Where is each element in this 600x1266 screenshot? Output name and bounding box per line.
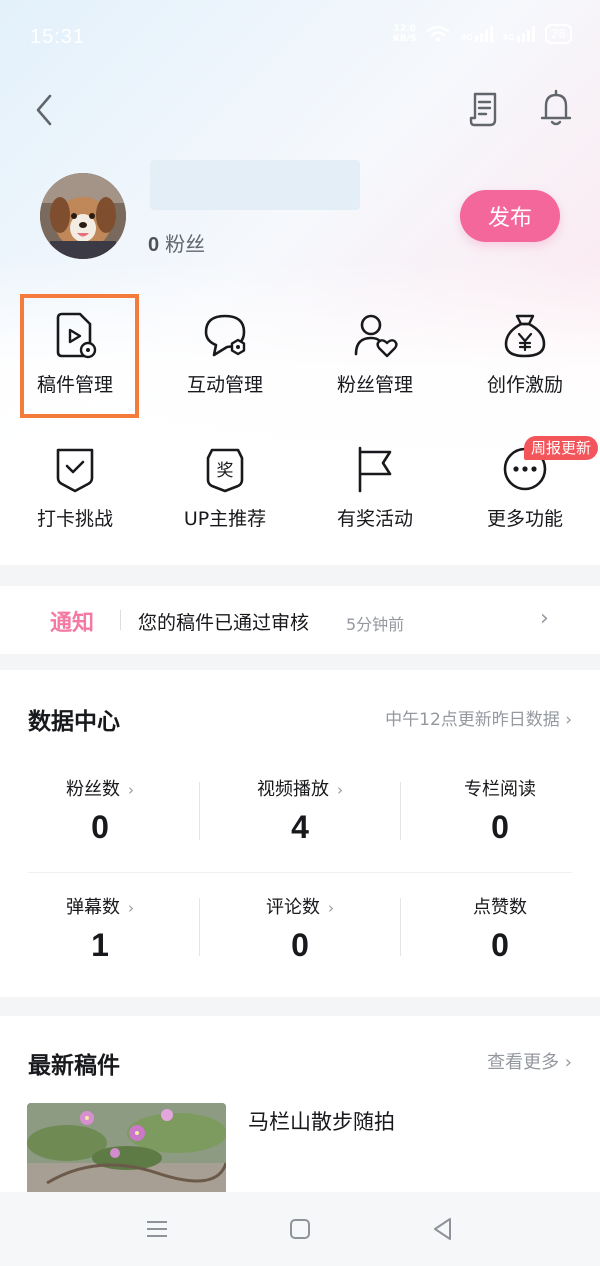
tool-label: 更多功能 (486, 508, 563, 530)
tool-more-functions[interactable]: 更多功能 (450, 444, 600, 564)
interaction-icon (204, 314, 246, 357)
stat-value: 0 (491, 927, 509, 963)
stats-vertical-divider (400, 782, 401, 840)
network-speed: 12.0 KB/S (393, 24, 417, 44)
video-thumbnail[interactable] (27, 1103, 226, 1196)
selection-highlight (20, 294, 139, 418)
stat-value: 1 (91, 927, 109, 963)
tool-label: 互动管理 (186, 374, 263, 396)
battery-indicator: 28 (544, 24, 572, 44)
stat-value: 0 (91, 809, 109, 845)
tool-up-recommend[interactable]: 奖 UP主推荐 (150, 444, 300, 564)
data-center-card: 数据中心 中午12点更新昨日数据 › 粉丝数 › 0 视频播放 › 4 专栏阅读 0… (0, 670, 600, 997)
video-title[interactable]: 马栏山散步随拍 (248, 1106, 395, 1136)
award-shield-icon: 奖 (206, 448, 244, 493)
status-bar: 15:31 12.0 KB/S 4G 4G 28 (0, 0, 600, 76)
stat-comments[interactable]: 评论数 › 0 (200, 893, 400, 964)
chevron-right-icon: › (337, 781, 343, 799)
stat-label: 评论数 (266, 897, 320, 918)
stats-vertical-divider (400, 898, 401, 956)
data-center-update-link[interactable]: 中午12点更新昨日数据 › (385, 705, 572, 730)
tool-prize-activities[interactable]: 有奖活动 (300, 444, 450, 564)
stat-video-plays[interactable]: 视频播放 › 4 (200, 775, 400, 846)
system-navigation-bar (0, 1192, 600, 1266)
tool-label: UP主推荐 (183, 508, 267, 530)
publish-button[interactable]: 发布 (460, 190, 560, 242)
notice-time: 5分钟前 (346, 615, 405, 634)
shield-check-icon (56, 448, 94, 493)
svg-text:奖: 奖 (217, 461, 234, 481)
signal-bars-icon (474, 26, 493, 42)
stat-column-reads: 专栏阅读 0 (400, 775, 600, 846)
menu-icon[interactable] (142, 1214, 172, 1244)
signal-1-label: 4G (460, 33, 473, 42)
tool-checkin-challenge[interactable]: 打卡挑战 (0, 444, 150, 564)
notice-text: 您的稿件已通过审核 (138, 612, 310, 634)
view-more-link[interactable]: 查看更多 › (487, 1048, 572, 1074)
stat-value: 4 (291, 809, 309, 845)
status-indicators: 12.0 KB/S 4G 4G 28 (393, 24, 572, 44)
stat-value: 0 (291, 927, 309, 963)
avatar[interactable] (40, 173, 126, 259)
tool-label: 创作激励 (486, 374, 563, 396)
back-triangle-icon[interactable] (428, 1214, 458, 1244)
tool-creation-incentive[interactable]: 创作激励 (450, 310, 600, 430)
stat-label: 粉丝数 (66, 779, 120, 800)
notice-divider (120, 610, 121, 630)
data-center-title: 数据中心 (28, 709, 120, 735)
tool-interaction-management[interactable]: 互动管理 (150, 310, 300, 430)
document-icon[interactable] (468, 90, 502, 128)
back-arrow-icon[interactable] (30, 92, 60, 128)
status-time: 15:31 (30, 26, 86, 48)
stat-label: 视频播放 (257, 779, 329, 800)
network-speed-value: 12.0 (393, 24, 416, 34)
fans-label: 粉丝 (165, 232, 206, 256)
tool-fans-management[interactable]: 粉丝管理 (300, 310, 450, 430)
home-square-icon[interactable] (285, 1214, 315, 1244)
chevron-right-icon: › (540, 606, 549, 631)
stats-vertical-divider (199, 898, 200, 956)
bell-icon[interactable] (538, 88, 574, 128)
recent-manuscripts-title: 最新稿件 (28, 1053, 120, 1079)
tool-label: 打卡挑战 (36, 508, 113, 530)
stat-likes: 点赞数 0 (400, 893, 600, 964)
stats-vertical-divider (199, 782, 200, 840)
notice-bar[interactable]: 通知 您的稿件已通过审核 5分钟前 › (0, 586, 600, 654)
signal-2-label: 4G (502, 33, 515, 42)
stat-label: 专栏阅读 (464, 779, 536, 800)
flag-icon (358, 446, 392, 493)
tool-label: 粉丝管理 (336, 374, 413, 396)
signal-2: 4G (503, 26, 535, 42)
dog-avatar-image (40, 173, 126, 259)
fans-summary[interactable]: 0 粉丝 (148, 228, 205, 257)
signal-1: 4G (460, 26, 493, 42)
recent-manuscripts-card: 最新稿件 查看更多 › 马栏山散步随拍 (0, 1016, 600, 1196)
tool-label: 有奖活动 (336, 508, 413, 530)
signal-bars-icon (516, 26, 535, 42)
chevron-right-icon: › (128, 781, 134, 799)
stat-label: 点赞数 (473, 897, 527, 918)
weekly-report-badge: 周报更新 (524, 436, 599, 460)
fans-icon (354, 314, 398, 358)
money-bag-icon (504, 314, 546, 358)
stat-fans[interactable]: 粉丝数 › 0 (0, 775, 200, 846)
flower-thumbnail-image (27, 1103, 226, 1196)
username-placeholder (150, 160, 360, 210)
chevron-right-icon: › (128, 899, 134, 917)
wifi-icon (427, 25, 450, 42)
notice-tag: 通知 (50, 611, 95, 636)
stats-divider (28, 872, 572, 873)
stat-danmaku[interactable]: 弹幕数 › 1 (0, 893, 200, 964)
network-speed-unit: KB/S (392, 34, 417, 44)
stat-value: 0 (491, 809, 509, 845)
stat-label: 弹幕数 (66, 897, 120, 918)
chevron-right-icon: › (328, 899, 334, 917)
fans-count: 0 (148, 234, 160, 256)
